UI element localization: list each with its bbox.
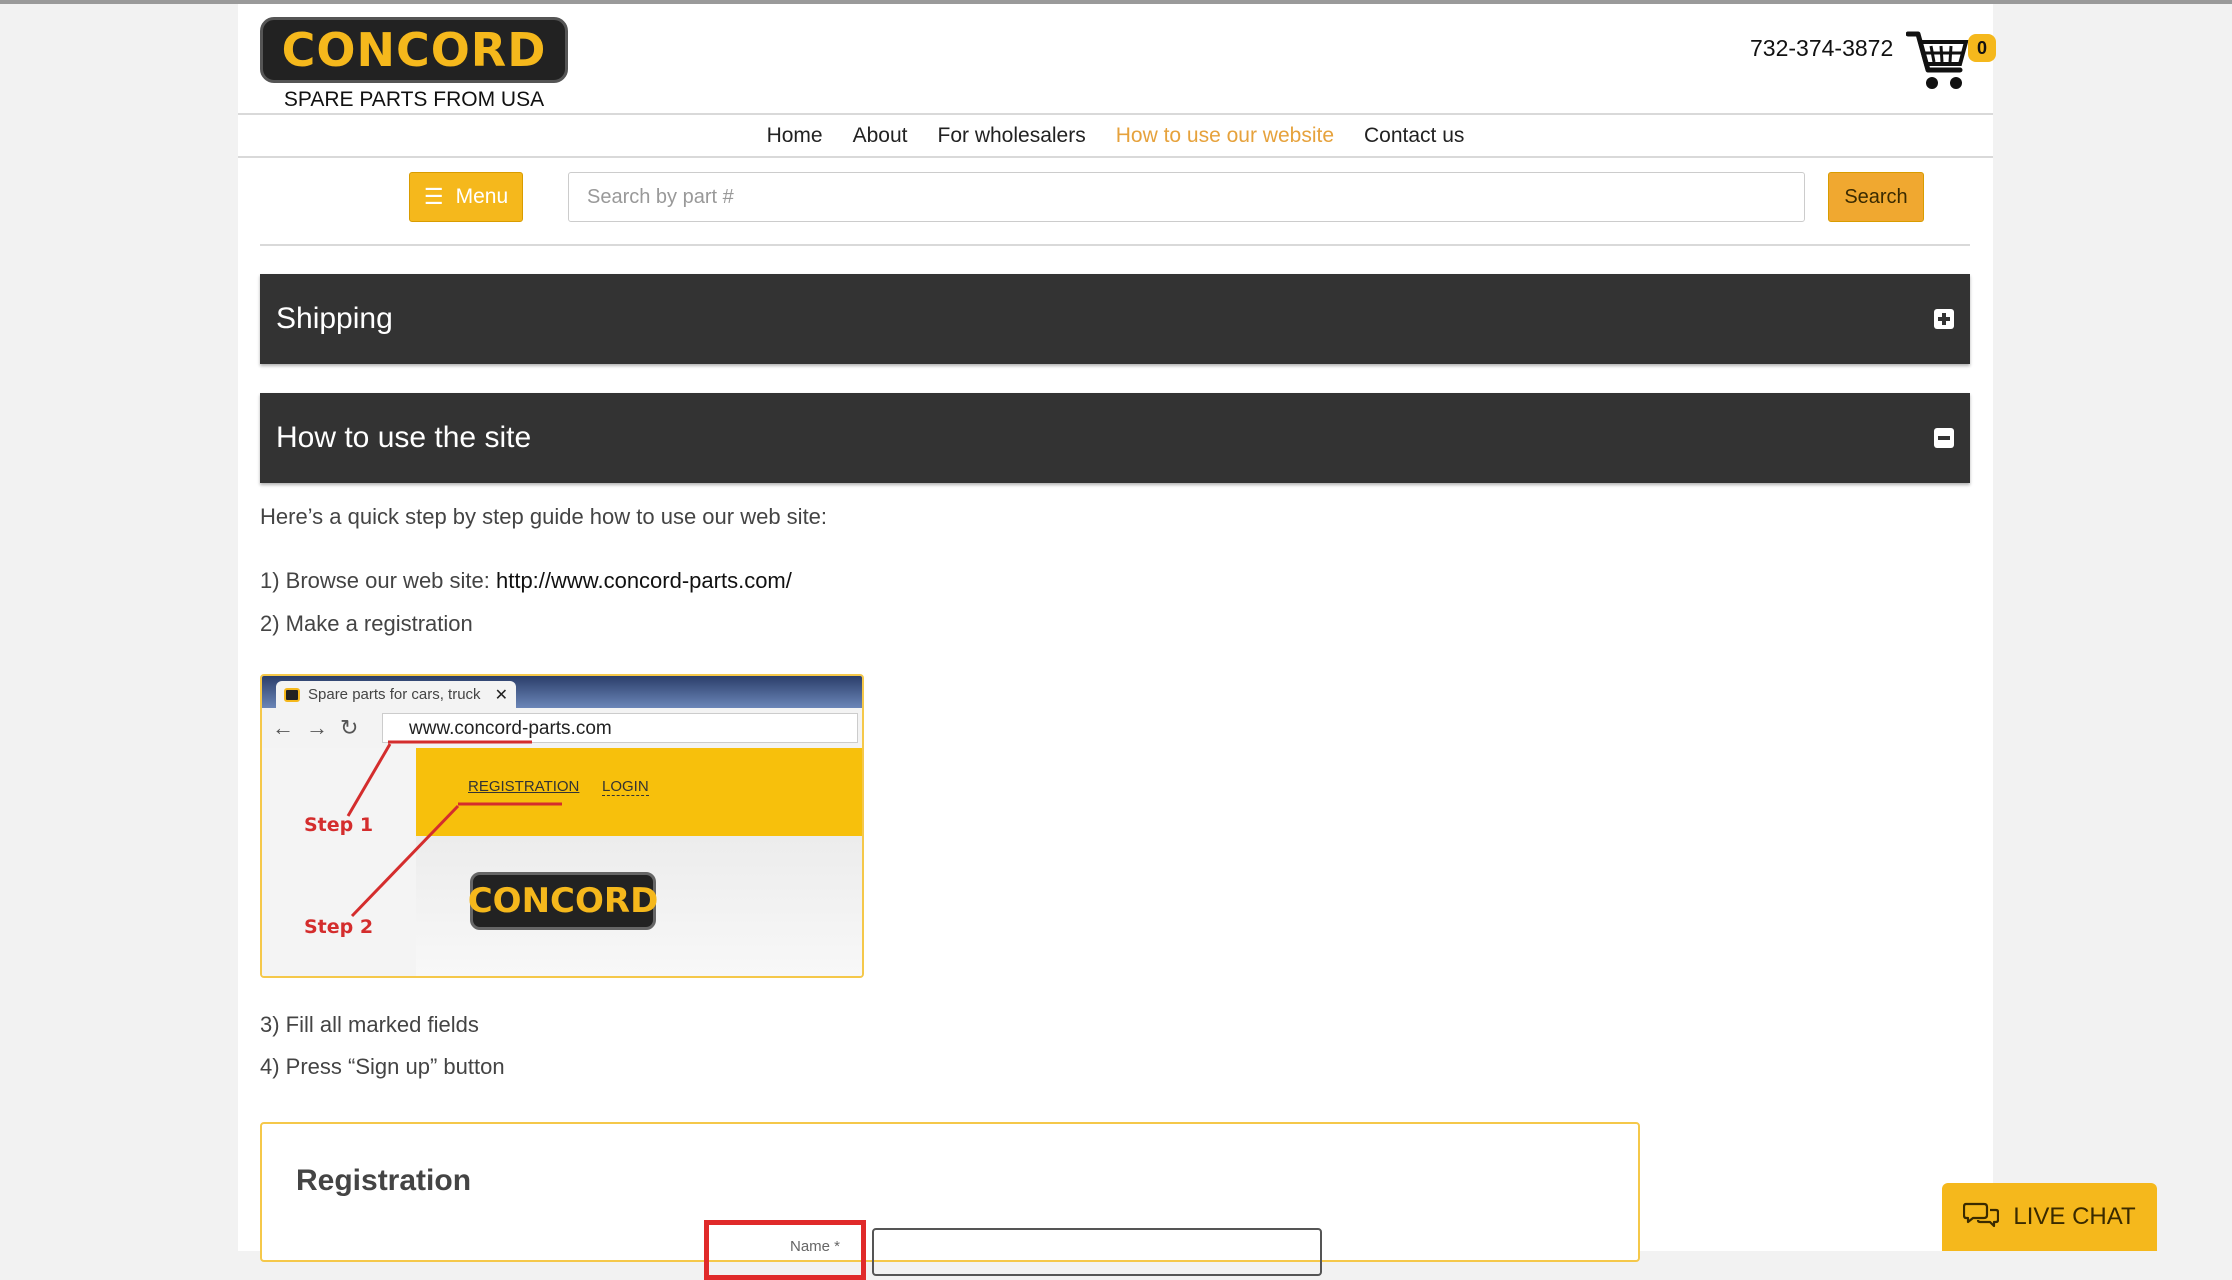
site-link[interactable]: http://www.concord-parts.com/ (496, 568, 792, 593)
live-chat-button[interactable]: LIVE CHAT (1942, 1183, 2157, 1251)
nav-divider (238, 156, 1993, 158)
shopping-cart-icon[interactable] (1905, 28, 1970, 94)
name-field (872, 1228, 1322, 1276)
nav-for-wholesalers[interactable]: For wholesalers (938, 124, 1086, 148)
accordion-title: How to use the site (276, 421, 532, 454)
registration-form-image: Registration Name * (260, 1122, 1640, 1280)
accordion-title: Shipping (276, 302, 393, 335)
guide-step-3: 3) Fill all marked fields (260, 1012, 479, 1037)
registration-title: Registration (296, 1164, 472, 1197)
guide-step-1: 1) Browse our web site: http://www.conco… (260, 568, 792, 594)
search-input[interactable] (568, 172, 1805, 222)
nav-how-to-use[interactable]: How to use our website (1116, 124, 1334, 148)
logo-text: CONCORD (281, 23, 547, 77)
plus-square-icon[interactable] (1934, 309, 1954, 329)
logo-tagline: SPARE PARTS FROM USA (283, 88, 545, 111)
chat-bubbles-icon (1963, 1201, 2000, 1234)
step-1-label: Step 1 (304, 814, 374, 836)
accordion-shipping[interactable]: Shipping (260, 274, 1970, 364)
accordion-how-to-use[interactable]: How to use the site (260, 393, 1970, 483)
menu-button-label: Menu (455, 185, 509, 208)
nav-about[interactable]: About (853, 124, 908, 148)
site-logo[interactable]: CONCORD (260, 17, 568, 83)
hamburger-icon: ☰ (423, 184, 444, 209)
guide-step-1-text: 1) Browse our web site: (260, 568, 496, 593)
main-nav: Home About For wholesalers How to use ou… (238, 114, 1993, 158)
registration-guide-image: Spare parts for cars, truck ✕ ←→↻ www.co… (260, 674, 864, 978)
nav-home[interactable]: Home (767, 124, 823, 148)
phone-number[interactable]: 732-374-3872 (1750, 35, 1893, 62)
page-container: CONCORD SPARE PARTS FROM USA 732-374-387… (238, 4, 1996, 1280)
cart-count-badge: 0 (1968, 34, 1996, 62)
guide-intro: Here’s a quick step by step guide how to… (260, 504, 828, 529)
highlight-box (704, 1220, 866, 1280)
toolbar-divider (260, 244, 1970, 246)
step-2-label: Step 2 (304, 916, 374, 938)
menu-button[interactable]: ☰ Menu (409, 172, 523, 222)
minus-square-icon[interactable] (1934, 428, 1954, 448)
guide-step-2: 2) Make a registration (260, 611, 473, 636)
live-chat-label: LIVE CHAT (2013, 1203, 2136, 1230)
nav-contact-us[interactable]: Contact us (1364, 124, 1464, 148)
guide-step-4: 4) Press “Sign up” button (260, 1054, 505, 1079)
search-button[interactable]: Search (1828, 172, 1924, 222)
name-label: Name * (790, 1238, 841, 1255)
